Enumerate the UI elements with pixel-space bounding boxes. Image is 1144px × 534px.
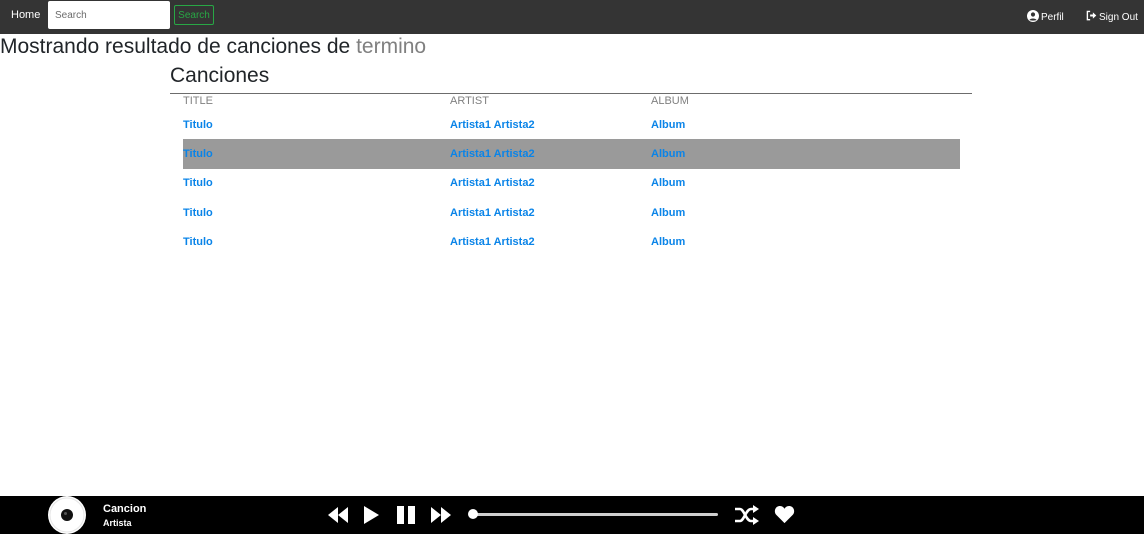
song-title-link[interactable]: Titulo <box>183 139 213 168</box>
song-artist-link[interactable]: Artista1 Artista2 <box>450 139 535 168</box>
song-title-link[interactable]: Titulo <box>183 110 213 139</box>
perfil-link[interactable]: Perfil <box>1027 0 1064 34</box>
song-album-link[interactable]: Album <box>651 110 685 139</box>
top-navbar: Home Search Perfil Sign Out <box>0 0 1144 34</box>
shuffle-icon[interactable] <box>734 504 760 531</box>
player-bar: Cancion Artista <box>0 496 1144 534</box>
search-term: termino <box>356 35 427 58</box>
table-row[interactable]: Titulo Artista1 Artista2 Album <box>183 139 960 169</box>
signout-link[interactable]: Sign Out <box>1086 0 1138 34</box>
table-row[interactable]: Titulo Artista1 Artista2 Album <box>183 198 960 227</box>
table-row[interactable]: Titulo Artista1 Artista2 Album <box>183 227 960 256</box>
song-artist-link[interactable]: Artista1 Artista2 <box>450 227 535 256</box>
song-album-link[interactable]: Album <box>651 169 685 198</box>
home-link[interactable]: Home <box>11 0 40 34</box>
song-title-link[interactable]: Titulo <box>183 169 213 198</box>
signout-label: Sign Out <box>1099 11 1138 23</box>
search-button[interactable]: Search <box>174 5 214 25</box>
song-album-link[interactable]: Album <box>651 198 685 227</box>
song-album-link[interactable]: Album <box>651 139 685 168</box>
song-artist-link[interactable]: Artista1 Artista2 <box>450 169 535 198</box>
progress-handle[interactable] <box>468 509 478 519</box>
fast-forward-icon[interactable] <box>430 505 452 530</box>
song-artist-link[interactable]: Artista1 Artista2 <box>450 198 535 227</box>
table-row[interactable]: Titulo Artista1 Artista2 Album <box>183 169 960 198</box>
search-input[interactable] <box>48 1 170 29</box>
pause-icon[interactable] <box>396 505 416 530</box>
perfil-label: Perfil <box>1041 11 1064 23</box>
song-album-link[interactable]: Album <box>651 227 685 256</box>
now-playing-song: Cancion <box>103 503 147 515</box>
now-playing-artist: Artista <box>103 518 132 528</box>
song-title-link[interactable]: Titulo <box>183 227 213 256</box>
song-artist-link[interactable]: Artista1 Artista2 <box>450 110 535 139</box>
songs-section-title: Canciones <box>170 64 270 87</box>
column-header-artist: ARTIST <box>450 95 489 107</box>
user-circle-icon <box>1027 9 1041 25</box>
column-header-album: ALBUM <box>651 95 689 107</box>
album-cover-icon <box>48 496 86 534</box>
column-header-title: TITLE <box>183 95 213 107</box>
results-heading-prefix: Mostrando resultado de canciones de <box>0 35 351 58</box>
table-row[interactable]: Titulo Artista1 Artista2 Album <box>183 110 960 139</box>
rewind-icon[interactable] <box>327 505 349 530</box>
progress-bar[interactable] <box>472 513 718 516</box>
songs-table: TITLE ARTIST ALBUM Titulo Artista1 Artis… <box>170 94 972 256</box>
sign-out-icon <box>1086 10 1099 24</box>
results-heading: Mostrando resultado de canciones de term… <box>0 35 426 59</box>
table-header: TITLE ARTIST ALBUM <box>170 94 972 110</box>
heart-icon[interactable] <box>774 505 795 529</box>
play-icon[interactable] <box>362 505 380 530</box>
song-title-link[interactable]: Titulo <box>183 198 213 227</box>
